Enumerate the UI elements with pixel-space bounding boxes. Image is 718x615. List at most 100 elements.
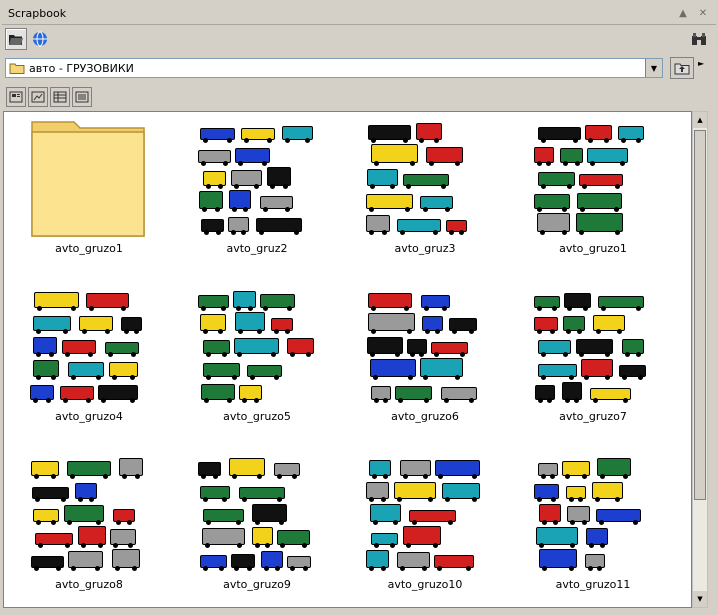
wheel-icon [567, 306, 572, 311]
view-list-button[interactable] [50, 87, 70, 107]
wheel-icon [542, 520, 547, 525]
clipart-item[interactable]: avto_gruzo8 [5, 448, 173, 607]
dropdown-arrow-icon[interactable]: ▼ [645, 59, 662, 77]
wheel-icon [577, 329, 582, 334]
wheel-icon [36, 520, 41, 525]
wheel-icon [579, 352, 584, 357]
wheel-icon [419, 138, 424, 143]
wheel-icon [113, 543, 118, 548]
wheel-icon [570, 520, 575, 525]
wheel-icon [206, 184, 211, 189]
wheel-icon [36, 352, 41, 357]
clipart-item[interactable]: avto_gruzo1 [509, 112, 677, 280]
item-folder[interactable]: avto_gruzo1 [5, 112, 173, 280]
clipart-item[interactable]: avto_gruzo11 [509, 448, 677, 607]
clipart-item[interactable]: avto_gruzo10 [341, 448, 509, 607]
list-icon [53, 91, 67, 103]
wheel-icon [71, 566, 76, 571]
wheel-icon [615, 184, 620, 189]
wheel-icon [569, 375, 574, 380]
wheel-icon [121, 306, 126, 311]
clipart-item[interactable]: avto_gruz2 [173, 112, 341, 280]
clipart-item[interactable]: avto_gruzo9 [173, 448, 341, 607]
wheel-icon [599, 520, 604, 525]
clipart-item[interactable]: avto_gruzo6 [341, 280, 509, 448]
wheel-icon [405, 207, 410, 212]
wheel-icon [403, 474, 408, 479]
chevron-right-icon[interactable]: ► [698, 59, 704, 68]
thumbnail-grid: avto_gruzo1 avto_gruz2 avto_gruz3 avto_g… [4, 112, 691, 607]
wheel-icon [442, 306, 447, 311]
scroll-thumb[interactable] [694, 130, 706, 500]
wheel-icon [397, 497, 402, 502]
wheel-icon [201, 306, 206, 311]
address-combobox[interactable]: авто - ГРУЗОВИКИ ▼ [5, 58, 663, 78]
wheel-icon [274, 375, 279, 380]
wheel-icon [247, 566, 252, 571]
find-button[interactable] [688, 28, 710, 50]
wheel-icon [433, 543, 438, 548]
wheel-icon [81, 543, 86, 548]
up-folder-button[interactable] [670, 57, 694, 79]
open-folder-button[interactable] [5, 28, 27, 50]
wheel-icon [574, 398, 579, 403]
wheel-icon [540, 230, 545, 235]
view-preview-button[interactable] [28, 87, 48, 107]
wheel-icon [460, 352, 465, 357]
wheel-icon [423, 375, 428, 380]
scrapbook-content[interactable]: avto_gruzo1 avto_gruz2 avto_gruz3 avto_g… [3, 111, 692, 608]
wheel-icon [254, 398, 259, 403]
clipart-item[interactable]: avto_gruzo7 [509, 280, 677, 448]
view-details-button[interactable] [72, 87, 92, 107]
collapse-icon[interactable]: ▲ [678, 8, 688, 19]
scroll-up-icon[interactable]: ▲ [693, 112, 707, 128]
wheel-icon [232, 474, 237, 479]
wheel-icon [541, 352, 546, 357]
clipart-thumbnail [532, 116, 652, 238]
wheel-icon [410, 161, 415, 166]
wheel-icon [255, 543, 260, 548]
wheel-icon [633, 520, 638, 525]
clipart-item[interactable]: avto_gruzo5 [173, 280, 341, 448]
clipart-thumbnail [364, 116, 484, 238]
scroll-down-icon[interactable]: ▼ [693, 591, 707, 607]
wheel-icon [38, 543, 43, 548]
wheel-icon [227, 138, 232, 143]
wheel-icon [582, 184, 587, 189]
wheel-icon [566, 329, 571, 334]
wheel-icon [449, 230, 454, 235]
clipart-thumbnail [196, 116, 316, 238]
wheel-icon [206, 375, 211, 380]
wheel-icon [374, 161, 379, 166]
wheel-icon [130, 398, 135, 403]
wheel-icon [369, 566, 374, 571]
wheel-icon [203, 138, 208, 143]
binoculars-icon [692, 33, 706, 45]
wheel-icon [469, 329, 474, 334]
wheel-icon [565, 474, 570, 479]
wheel-icon [381, 497, 386, 502]
wheel-icon [620, 161, 625, 166]
clipart-item[interactable]: avto_gruzo4 [5, 280, 173, 448]
view-thumbnails-button[interactable] [6, 87, 26, 107]
wheel-icon [425, 329, 430, 334]
wheel-icon [472, 474, 477, 479]
wheel-icon [71, 375, 76, 380]
title-bar: Scrapbook ▲ ✕ [2, 2, 716, 25]
wheel-icon [445, 497, 450, 502]
vertical-scrollbar[interactable]: ▲ ▼ [692, 111, 708, 608]
wheel-icon [605, 375, 610, 380]
web-button[interactable] [29, 28, 51, 50]
close-icon[interactable]: ✕ [698, 8, 708, 19]
wheel-icon [128, 543, 133, 548]
clipart-item[interactable]: avto_gruz3 [341, 112, 509, 280]
preview-icon [31, 91, 45, 103]
wheel-icon [455, 375, 460, 380]
wheel-icon [445, 207, 450, 212]
wheel-icon [51, 474, 56, 479]
wheel-icon [277, 474, 282, 479]
wheel-icon [127, 520, 132, 525]
wheel-icon [537, 329, 542, 334]
wheel-icon [615, 497, 620, 502]
wheel-icon [242, 497, 247, 502]
